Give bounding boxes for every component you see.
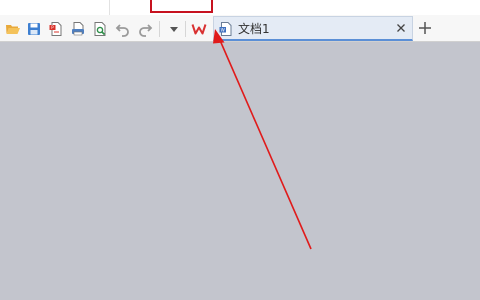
plus-icon[interactable] — [417, 20, 433, 36]
print-icon[interactable] — [70, 21, 86, 37]
close-icon[interactable] — [394, 21, 408, 35]
document-icon: W — [219, 22, 232, 36]
print-preview-icon[interactable] — [92, 21, 108, 37]
annotation-highlight-box — [150, 0, 213, 13]
open-folder-icon[interactable] — [5, 21, 21, 37]
title-strip — [0, 0, 480, 15]
svg-text:W: W — [221, 27, 225, 32]
divider — [109, 0, 110, 15]
undo-icon[interactable] — [115, 21, 131, 37]
dropdown-arrow-icon[interactable] — [166, 21, 182, 37]
annotation-arrow — [213, 29, 312, 250]
save-icon[interactable] — [26, 21, 42, 37]
redo-icon[interactable] — [137, 21, 153, 37]
toolbar-divider — [159, 21, 160, 37]
wps-logo-icon[interactable] — [191, 21, 207, 37]
toolbar-divider — [185, 21, 186, 37]
tab-document[interactable]: W 文档1 — [213, 16, 413, 41]
export-pdf-icon[interactable]: P — [48, 21, 64, 37]
tab-label: 文档1 — [238, 22, 270, 36]
